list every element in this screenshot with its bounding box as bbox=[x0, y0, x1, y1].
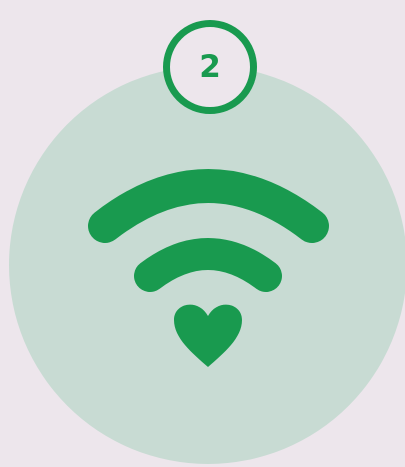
step-number: 2 bbox=[199, 48, 221, 85]
step-badge: 2 bbox=[163, 20, 257, 114]
